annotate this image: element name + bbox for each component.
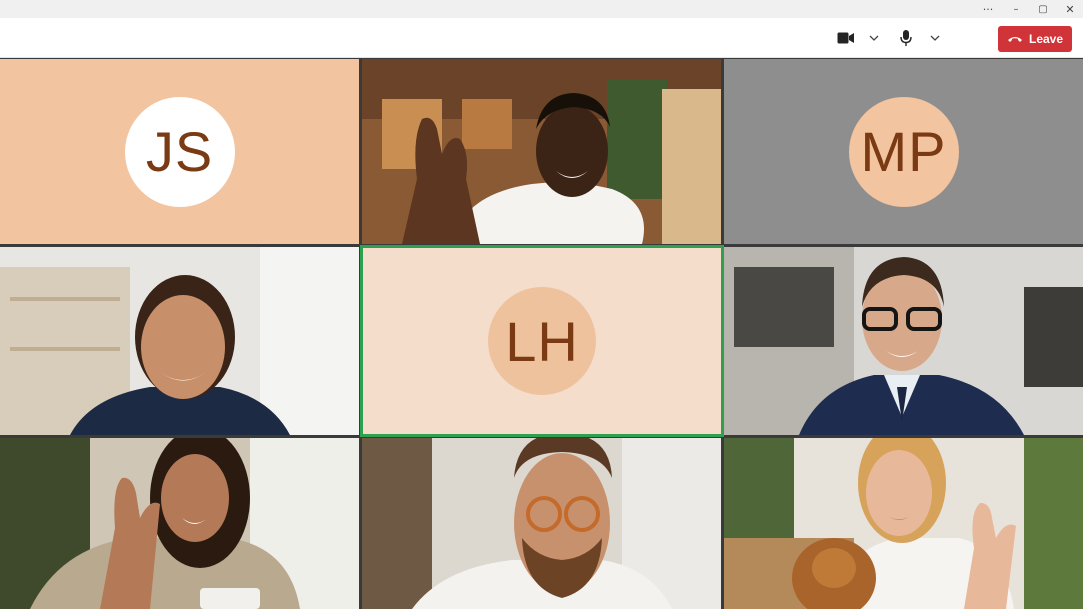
participant-video-tile[interactable]	[362, 438, 721, 609]
participant-video	[724, 247, 1083, 435]
maximize-icon[interactable]: ▢	[1029, 0, 1057, 18]
participant-video	[0, 247, 359, 435]
participant-video-tile[interactable]	[724, 438, 1083, 609]
avatar: LH	[488, 287, 596, 395]
chevron-down-icon	[869, 35, 879, 41]
leave-label: Leave	[1028, 32, 1064, 46]
camera-options-button[interactable]	[864, 18, 884, 58]
participant-video-tile[interactable]	[362, 59, 721, 244]
chevron-down-icon	[930, 35, 940, 41]
participant-video	[724, 438, 1083, 609]
minimize-icon[interactable]: –	[1002, 0, 1030, 18]
participant-tile-lh-active-speaker[interactable]: LH	[360, 245, 724, 437]
avatar: MP	[848, 96, 959, 207]
leave-button[interactable]: Leave	[998, 26, 1072, 52]
participant-tile-js[interactable]: JS	[0, 59, 359, 244]
avatar-initials: MP	[860, 120, 947, 183]
participant-video	[362, 438, 721, 609]
microphone-button[interactable]	[894, 18, 918, 58]
microphone-options-button[interactable]	[925, 18, 945, 58]
microphone-icon	[900, 29, 912, 46]
participant-video-tile[interactable]	[0, 247, 359, 435]
more-options-icon[interactable]: ···	[974, 0, 1002, 18]
window-title-bar: ··· – ▢ ✕	[0, 0, 1083, 18]
camera-icon	[837, 32, 854, 44]
participant-tile-mp[interactable]: MP	[724, 59, 1083, 244]
hang-up-icon	[1007, 37, 1022, 42]
avatar-initials: LH	[505, 309, 579, 373]
avatar-initials: JS	[145, 120, 214, 183]
participant-video-tile[interactable]	[0, 438, 359, 609]
participant-video	[0, 438, 359, 609]
video-grid: JS MP LH	[0, 58, 1083, 609]
avatar: JS	[124, 96, 235, 207]
participant-video	[362, 59, 721, 244]
camera-button[interactable]	[832, 18, 860, 58]
close-icon[interactable]: ✕	[1056, 0, 1083, 18]
participant-video-tile[interactable]	[724, 247, 1083, 435]
call-toolbar: Leave	[0, 18, 1083, 58]
